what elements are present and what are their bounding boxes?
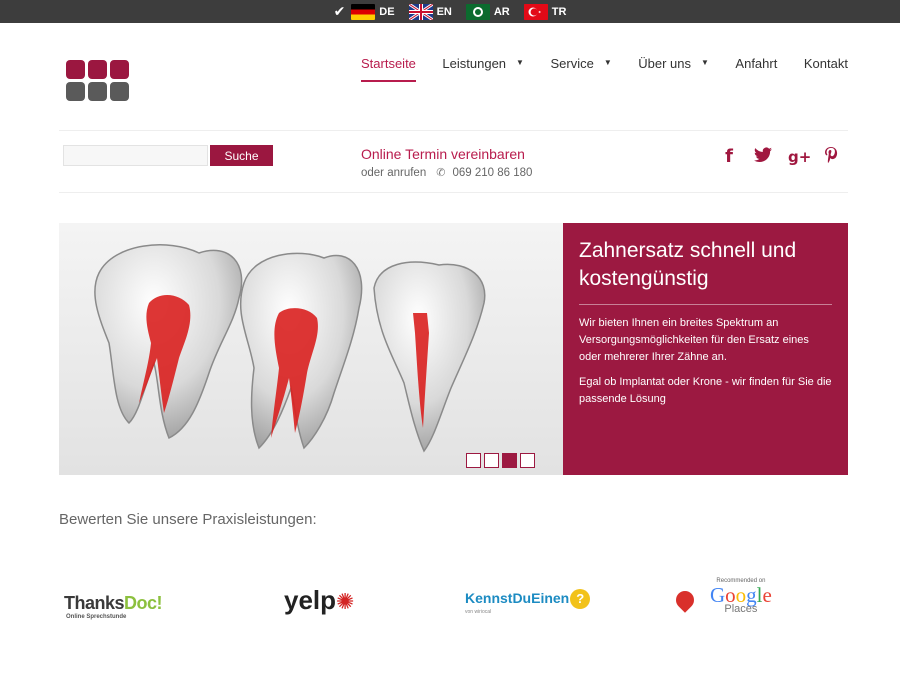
caret-down-icon: ▼ — [603, 58, 612, 67]
yelp-burst-icon: ✺ — [336, 589, 355, 614]
uk-flag-icon — [408, 3, 433, 20]
slider-dots — [466, 453, 535, 468]
lang-en-label: EN — [436, 5, 452, 18]
slide-dot-3-active[interactable] — [502, 453, 517, 468]
review-sites: ThanksDoc! Online Sprechstunde yelp✺ Ken… — [59, 575, 848, 625]
google-plus-icon[interactable]: g+ — [788, 147, 811, 167]
hero-caption: Zahnersatz schnell und kostengünstig Wir… — [563, 223, 848, 475]
main-nav: Startseite Leistungen ▼ Service ▼ Über uns… — [361, 56, 848, 82]
saudi-flag-icon — [465, 3, 490, 20]
check-icon: ✔ — [333, 3, 346, 19]
hero-title: Zahnersatz schnell und kostengünstig — [579, 239, 797, 290]
kennstdueinen-logo[interactable]: KennstDuEinen? von wiriocal — [465, 589, 591, 615]
question-icon: ? — [570, 589, 591, 609]
nav-service[interactable]: Service ▼ — [550, 56, 611, 82]
appointment-block: Online Termin vereinbaren oder anrufen ✆… — [361, 146, 532, 179]
lang-de[interactable]: ✔ DE — [334, 3, 395, 20]
divider — [59, 130, 848, 131]
practice-logo[interactable] — [66, 60, 129, 102]
google-places-logo[interactable]: Recommended on Google Places — [672, 578, 772, 615]
thanksdoc-logo[interactable]: ThanksDoc! Online Sprechstunde — [64, 593, 163, 620]
nav-directions[interactable]: Anfahrt — [735, 56, 777, 82]
divider — [59, 192, 848, 193]
call-prefix: oder anrufen — [361, 166, 427, 179]
lang-tr-label: TR — [551, 5, 567, 18]
caret-down-icon: ▼ — [516, 58, 524, 67]
hero-divider — [579, 304, 832, 305]
social-links: f g+ — [720, 147, 840, 167]
slide-dot-2[interactable] — [484, 453, 499, 468]
caret-down-icon: ▼ — [701, 58, 709, 67]
nav-services[interactable]: Leistungen ▼ — [442, 56, 524, 82]
language-bar: ✔ DE EN AR TR — [0, 0, 900, 23]
lang-ar[interactable]: AR — [465, 3, 510, 20]
call-line: oder anrufen ✆ 069 210 86 180 — [361, 166, 532, 180]
hero-text-2: Egal ob Implantat oder Krone - wir finde… — [579, 376, 832, 405]
phone-number[interactable]: 069 210 86 180 — [452, 167, 532, 179]
hero-slider: Zahnersatz schnell und kostengünstig Wir… — [59, 223, 848, 475]
lang-de-label: DE — [379, 5, 395, 18]
facebook-icon[interactable]: f — [720, 147, 738, 167]
online-appointment-link[interactable]: Online Termin vereinbaren — [361, 146, 532, 162]
search-input[interactable] — [63, 145, 208, 166]
slide-dot-1[interactable] — [466, 453, 481, 468]
german-flag-icon — [351, 3, 376, 20]
slide-dot-4[interactable] — [520, 453, 535, 468]
pinterest-icon[interactable] — [822, 147, 840, 167]
yelp-logo[interactable]: yelp✺ — [284, 585, 354, 616]
twitter-icon[interactable] — [754, 147, 772, 167]
hero-text-1: Wir bieten Ihnen ein breites Spektrum an… — [579, 317, 809, 363]
search-form: Suche — [63, 145, 273, 166]
map-pin-icon — [672, 586, 698, 613]
lang-tr[interactable]: TR — [523, 3, 567, 20]
teeth-illustration — [59, 223, 563, 475]
rating-heading: Bewerten Sie unsere Praxisleistungen: — [59, 511, 317, 528]
turkish-flag-icon — [523, 3, 548, 20]
lang-ar-label: AR — [493, 5, 510, 18]
phone-icon: ✆ — [436, 167, 446, 179]
nav-home[interactable]: Startseite — [361, 56, 416, 82]
search-button[interactable]: Suche — [210, 145, 273, 166]
nav-about[interactable]: Über uns ▼ — [638, 56, 709, 82]
lang-en[interactable]: EN — [408, 3, 452, 20]
nav-contact[interactable]: Kontakt — [804, 56, 848, 82]
